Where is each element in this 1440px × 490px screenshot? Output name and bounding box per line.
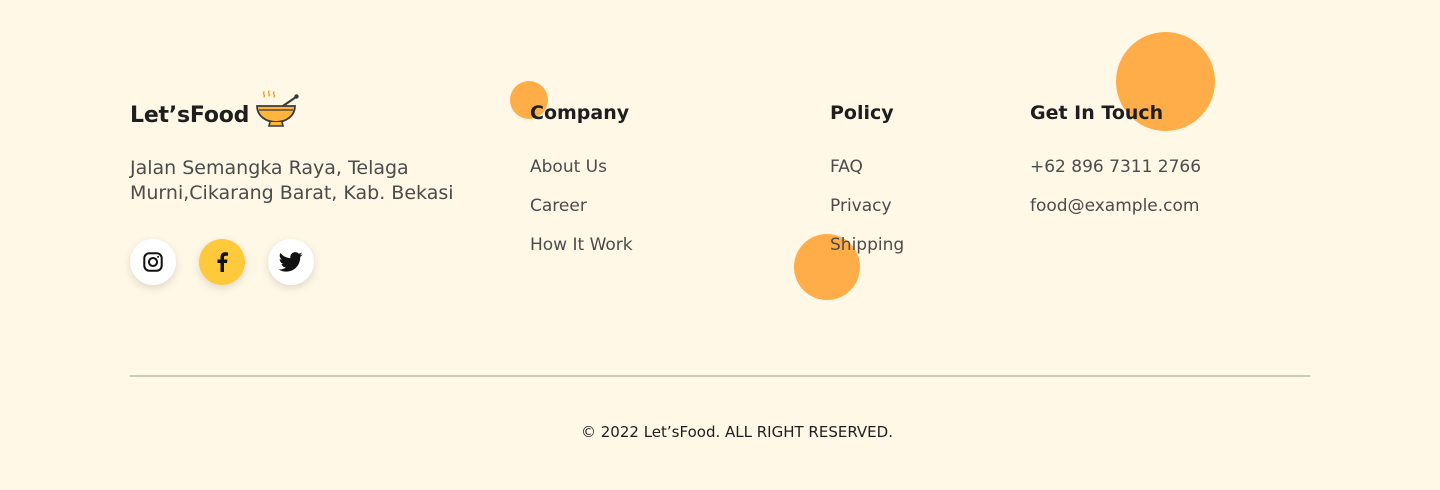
instagram-icon [143, 252, 163, 272]
contact-email[interactable]: food@example.com [1030, 195, 1201, 217]
company-links: About Us Career How It Work [530, 156, 633, 256]
address: Jalan Semangka Raya, Telaga Murni,Cikara… [130, 157, 454, 204]
contact-column: Get In Touch +62 896 7311 2766 food@exam… [1030, 101, 1201, 234]
policy-links: FAQ Privacy Shipping [830, 156, 904, 256]
footer-link-about-us[interactable]: About Us [530, 156, 633, 178]
facebook-link[interactable] [199, 239, 245, 285]
footer-link-shipping[interactable]: Shipping [830, 234, 904, 256]
company-column: Company About Us Career How It Work [530, 101, 633, 273]
logo-text: Let’sFood [130, 103, 250, 128]
footer-link-privacy[interactable]: Privacy [830, 195, 904, 217]
footer-divider [130, 375, 1310, 377]
soup-bowl-icon [256, 90, 299, 127]
instagram-link[interactable] [130, 239, 176, 285]
contact-phone[interactable]: +62 896 7311 2766 [1030, 156, 1201, 178]
twitter-link[interactable] [268, 239, 314, 285]
company-heading: Company [530, 102, 630, 124]
footer-link-how-it-work[interactable]: How It Work [530, 234, 633, 256]
logo[interactable]: Let’sFood [130, 88, 490, 128]
contact-details: +62 896 7311 2766 food@example.com [1030, 156, 1201, 217]
social-links [130, 239, 490, 285]
contact-heading: Get In Touch [1030, 102, 1164, 124]
footer-link-faq[interactable]: FAQ [830, 156, 904, 178]
policy-heading: Policy [830, 102, 894, 124]
twitter-icon [279, 252, 303, 272]
facebook-icon [217, 252, 228, 272]
copyright-text: © 2022 Let’sFood. ALL RIGHT RESERVED. [581, 423, 893, 441]
footer-brand: Let’sFood Jalan Semangka Raya, Telaga Mu… [130, 88, 490, 285]
policy-column: Policy FAQ Privacy Shipping [830, 101, 904, 273]
footer-link-career[interactable]: Career [530, 195, 633, 217]
